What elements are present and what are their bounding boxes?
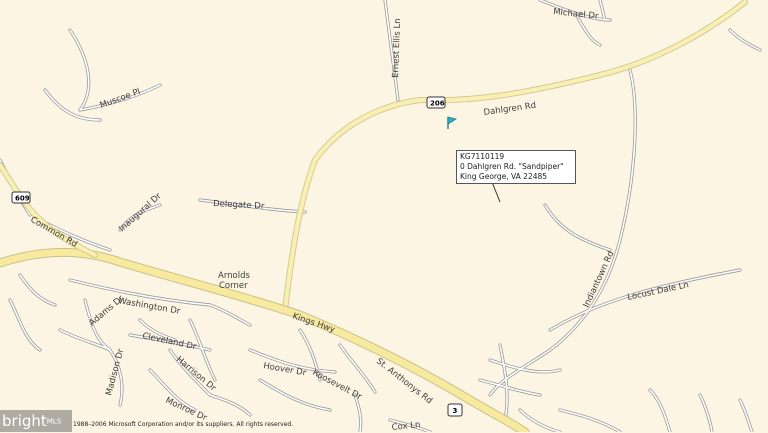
route-shield-3: 3 [447, 403, 463, 417]
shield-3-text: 3 [453, 407, 458, 415]
callout-listing-id: KG7110119 [460, 152, 505, 161]
shield-609-text: 609 [15, 195, 30, 203]
route-shield-609: 609 [11, 191, 31, 204]
copyright-text: 1988–2006 Microsoft Corporation and/or i… [73, 421, 294, 428]
label-arnolds-corner-line2: Corner [219, 281, 248, 291]
brand-watermark: brightMLS [0, 410, 72, 432]
shield-206-text: 206 [430, 100, 445, 108]
route-shield-206: 206 [426, 96, 446, 109]
watermark-suffix: MLS [46, 417, 62, 426]
watermark-text: bright [2, 412, 47, 430]
label-arnolds-corner-line1: Arnolds [218, 271, 251, 281]
label-cox: Cox Ln [391, 420, 421, 432]
callout-address: 0 Dahlgren Rd. "Sandpiper" [460, 162, 564, 171]
map-canvas[interactable]: Ernest Ellis Ln Michael Dr Muscoe Pl Dah… [0, 0, 768, 432]
property-callout: KG7110119 0 Dahlgren Rd. "Sandpiper" Kin… [456, 150, 576, 184]
callout-city: King George, VA 22485 [460, 172, 548, 181]
label-ernest-ellis: Ernest Ellis Ln [391, 18, 403, 78]
